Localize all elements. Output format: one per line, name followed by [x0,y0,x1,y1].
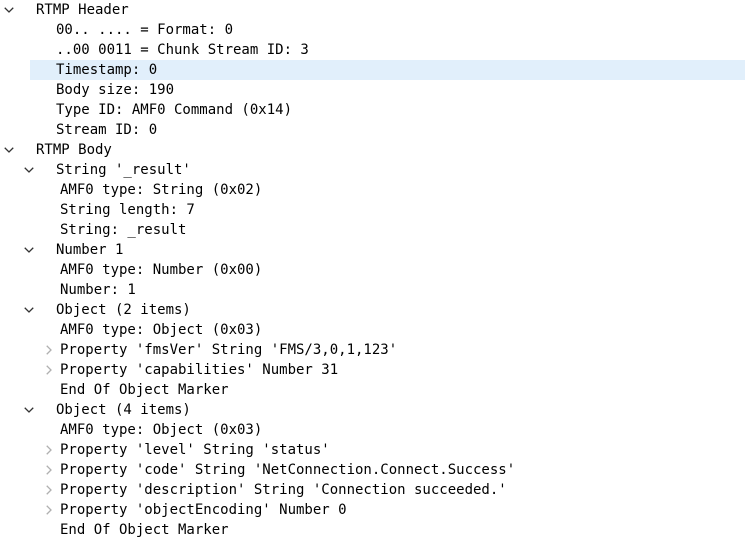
row-selection-highlight [30,0,745,20]
tree-row-label: Number: 1 [60,282,136,298]
chevron-right-icon[interactable] [42,500,56,520]
chevron-right-icon[interactable] [42,360,56,380]
tree-row[interactable]: Property 'code' String 'NetConnection.Co… [0,460,745,480]
tree-row[interactable]: String: _result [0,220,745,240]
tree-row-label: End Of Object Marker [60,382,229,398]
tree-row-label: String: _result [60,222,187,238]
tree-row-label: 00.. .... = Format: 0 [56,22,234,38]
tree-row-label: Object (2 items) [56,302,191,318]
tree-row[interactable]: Object (2 items) [0,300,745,320]
chevron-right-icon[interactable] [42,440,56,460]
tree-row[interactable]: Property 'fmsVer' String 'FMS/3,0,1,123' [0,340,745,360]
tree-row[interactable]: Property 'objectEncoding' Number 0 [0,500,745,520]
tree-row[interactable]: Stream ID: 0 [0,120,745,140]
tree-row-label: Body size: 190 [56,82,175,98]
tree-row-label: ..00 0011 = Chunk Stream ID: 3 [56,42,309,58]
tree-row-label: AMF0 type: Number (0x00) [60,262,263,278]
chevron-down-icon[interactable] [22,240,36,260]
tree-row-label: String length: 7 [60,202,195,218]
packet-detail-tree[interactable]: RTMP Header 00.. .... = Format: 0 ..00 001… [0,0,745,538]
tree-row-label: AMF0 type: String (0x02) [60,182,263,198]
tree-row[interactable]: String '_result' [0,160,745,180]
tree-row[interactable]: Number 1 [0,240,745,260]
tree-row[interactable]: Body size: 190 [0,80,745,100]
tree-row-label: Property 'code' String 'NetConnection.Co… [60,462,516,478]
chevron-down-icon[interactable] [22,400,36,420]
tree-row-label: Number 1 [56,242,124,258]
chevron-down-icon[interactable] [2,140,16,160]
tree-row-label: Property 'capabilities' Number 31 [60,362,339,378]
tree-row[interactable]: AMF0 type: String (0x02) [0,180,745,200]
tree-row[interactable]: AMF0 type: Number (0x00) [0,260,745,280]
tree-row[interactable]: End Of Object Marker [0,520,745,540]
tree-row[interactable]: Property 'capabilities' Number 31 [0,360,745,380]
tree-row-label: Property 'description' String 'Connectio… [60,482,507,498]
row-selection-highlight [30,240,745,260]
tree-row-label: AMF0 type: Object (0x03) [60,422,263,438]
chevron-down-icon[interactable] [2,0,16,20]
chevron-right-icon[interactable] [42,460,56,480]
tree-row-label: Property 'objectEncoding' Number 0 [60,502,347,518]
tree-row[interactable]: RTMP Body [0,140,745,160]
tree-row[interactable]: Property 'description' String 'Connectio… [0,480,745,500]
tree-row[interactable]: AMF0 type: Object (0x03) [0,320,745,340]
row-selection-highlight [30,280,745,300]
tree-row[interactable]: Object (4 items) [0,400,745,420]
tree-row[interactable]: 00.. .... = Format: 0 [0,20,745,40]
tree-row-label: Property 'level' String 'status' [60,442,330,458]
tree-row[interactable]: RTMP Header [0,0,745,20]
tree-row[interactable]: ..00 0011 = Chunk Stream ID: 3 [0,40,745,60]
chevron-right-icon[interactable] [42,480,56,500]
tree-row-label: Timestamp: 0 [56,62,158,78]
tree-row[interactable]: Number: 1 [0,280,745,300]
tree-row-label: String '_result' [56,162,191,178]
tree-row-label: Object (4 items) [56,402,191,418]
row-selection-highlight [30,140,745,160]
tree-row-label: End Of Object Marker [60,522,229,538]
tree-row[interactable]: End Of Object Marker [0,380,745,400]
tree-row[interactable]: AMF0 type: Object (0x03) [0,420,745,440]
tree-row-label: RTMP Body [36,142,112,158]
tree-row-label: Type ID: AMF0 Command (0x14) [56,102,293,118]
tree-row-label: Property 'fmsVer' String 'FMS/3,0,1,123' [60,342,398,358]
tree-row[interactable]: Timestamp: 0 [0,60,745,80]
chevron-down-icon[interactable] [22,160,36,180]
chevron-down-icon[interactable] [22,300,36,320]
tree-row[interactable]: String length: 7 [0,200,745,220]
tree-row[interactable]: Property 'level' String 'status' [0,440,745,460]
tree-row-label: RTMP Header [36,2,129,18]
tree-row-label: Stream ID: 0 [56,122,158,138]
tree-row[interactable]: Type ID: AMF0 Command (0x14) [0,100,745,120]
tree-row-label: AMF0 type: Object (0x03) [60,322,263,338]
chevron-right-icon[interactable] [42,340,56,360]
